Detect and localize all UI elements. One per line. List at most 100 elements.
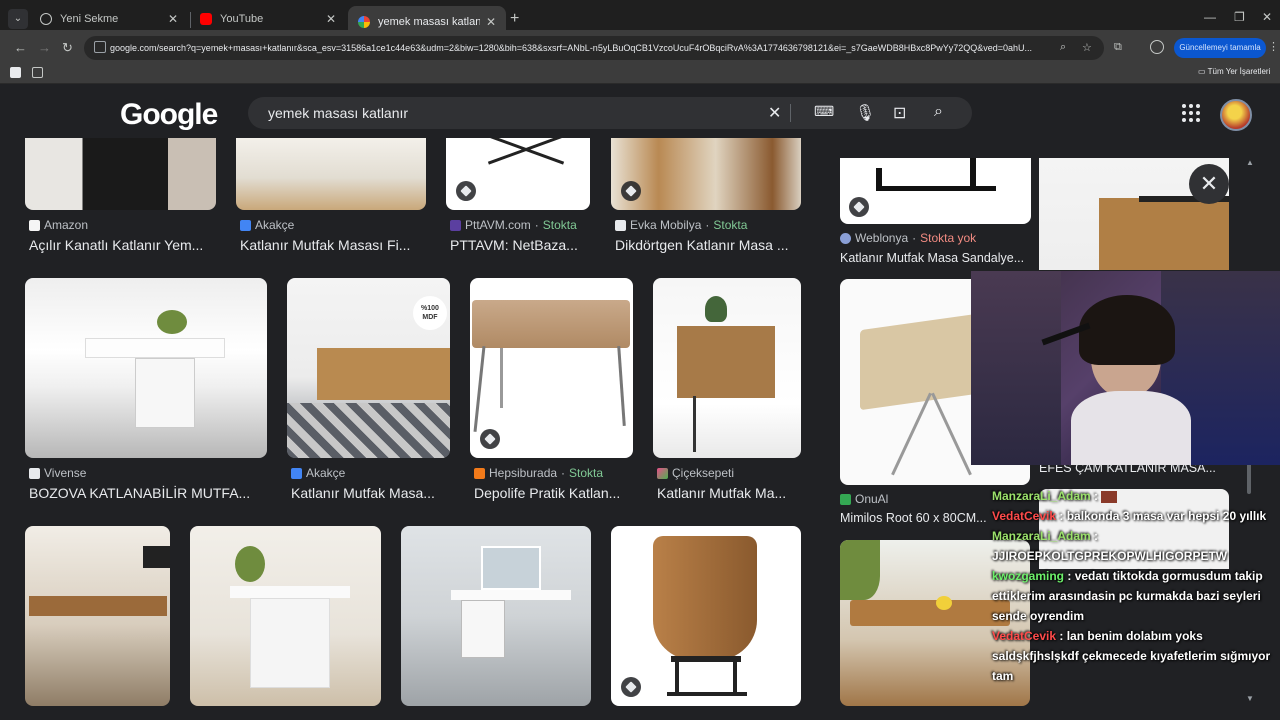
searchbox-divider bbox=[790, 104, 791, 122]
stock-status: Stokta yok bbox=[920, 231, 977, 245]
product-tag-icon bbox=[456, 181, 476, 201]
scroll-down-icon[interactable]: ▼ bbox=[1246, 694, 1254, 703]
search-icon[interactable]: ⌕ bbox=[934, 103, 943, 121]
all-bookmarks-link[interactable]: ▭ Tüm Yer İşaretleri bbox=[1198, 67, 1270, 76]
product-tag-icon bbox=[621, 677, 641, 697]
bookmark-star-icon[interactable]: ☆ bbox=[1082, 41, 1092, 54]
result-source[interactable]: Çiçeksepeti bbox=[657, 466, 734, 480]
clear-search-icon[interactable]: ✕ bbox=[768, 103, 781, 123]
browser-menu-icon[interactable]: ⋮ bbox=[1268, 40, 1279, 53]
stock-status: Stokta bbox=[713, 218, 748, 232]
separator-dot: · bbox=[561, 466, 566, 480]
chat-text: JJIROEPKOLTGPREKOPWLHIGORPETW bbox=[992, 549, 1228, 563]
amazon-icon bbox=[29, 219, 40, 231]
result-source[interactable]: Akakçe bbox=[240, 218, 294, 232]
chat-message: kwozgaming : vedatı tiktokda gormusdum t… bbox=[992, 569, 1263, 623]
search-input[interactable]: yemek masası katlanır bbox=[268, 105, 408, 121]
separator-dot: · bbox=[912, 231, 917, 245]
tab-search-button[interactable]: ⌄ bbox=[8, 9, 28, 29]
avatar[interactable] bbox=[1220, 99, 1252, 131]
source-name: Amazon bbox=[44, 218, 89, 232]
keyboard-icon[interactable]: ⌨ bbox=[814, 103, 834, 120]
check-icon bbox=[291, 467, 302, 479]
close-tab-icon[interactable]: ✕ bbox=[326, 12, 336, 26]
back-icon[interactable]: ← bbox=[14, 40, 27, 55]
result-image[interactable] bbox=[611, 138, 801, 210]
hepsiburada-icon bbox=[474, 467, 485, 479]
result-title[interactable]: Dikdörtgen Katlanır Masa ... bbox=[615, 237, 801, 253]
update-button[interactable]: Güncellemeyi tamamla bbox=[1174, 38, 1266, 58]
maximize-icon[interactable]: ❐ bbox=[1234, 10, 1245, 24]
result-title[interactable]: Katlanır Mutfak Masa Sandalye... bbox=[840, 251, 1030, 265]
chat-message: VedatCevik : balkonda 3 masa var hepsi 2… bbox=[992, 509, 1267, 523]
tab-youtube[interactable]: YouTube ✕ bbox=[190, 6, 346, 32]
zoom-icon[interactable]: ⌕ bbox=[1060, 41, 1066, 54]
chat-username: VedatCevik bbox=[992, 509, 1057, 523]
result-title[interactable]: Katlanır Mutfak Masa... bbox=[291, 485, 451, 501]
site-info-icon[interactable] bbox=[94, 41, 106, 53]
bookmarks-bar bbox=[0, 62, 1280, 84]
scroll-up-icon[interactable]: ▲ bbox=[1246, 158, 1254, 167]
address-bar[interactable]: google.com/search?q=yemek+masası+katlanı… bbox=[84, 36, 1104, 60]
stock-status: Stokta bbox=[542, 218, 577, 232]
result-image[interactable]: %100 MDF bbox=[287, 278, 450, 458]
tab-new-tab[interactable]: Yeni Sekme ✕ bbox=[30, 6, 188, 32]
close-preview-button[interactable]: ✕ bbox=[1189, 164, 1229, 204]
apps-grid-icon[interactable] bbox=[32, 67, 43, 78]
product-tag-icon bbox=[480, 429, 500, 449]
vivense-icon bbox=[29, 467, 40, 479]
source-name: Evka Mobilya bbox=[630, 218, 702, 232]
source-name: Akakçe bbox=[255, 218, 295, 232]
result-title[interactable]: Mimilos Root 60 x 80CM... bbox=[840, 511, 1000, 525]
source-name: PttAVM.com bbox=[465, 218, 531, 232]
new-tab-icon[interactable]: + bbox=[510, 10, 519, 28]
result-source[interactable]: Amazon bbox=[29, 218, 88, 232]
microphone-icon[interactable]: 🎙 bbox=[855, 103, 875, 123]
chat-username: VedatCevik bbox=[992, 629, 1057, 643]
result-image[interactable] bbox=[25, 138, 216, 210]
lens-icon[interactable]: ⊡ bbox=[893, 103, 906, 123]
stock-status: Stokta bbox=[569, 466, 604, 480]
result-image[interactable] bbox=[190, 526, 381, 706]
tab-title: Yeni Sekme bbox=[60, 13, 119, 25]
result-image[interactable] bbox=[25, 526, 170, 706]
forward-icon[interactable]: → bbox=[38, 40, 51, 55]
close-tab-icon[interactable]: ✕ bbox=[168, 12, 178, 26]
result-image[interactable] bbox=[25, 278, 267, 458]
bookmark-app-icon[interactable] bbox=[10, 67, 21, 78]
result-image[interactable] bbox=[653, 278, 801, 458]
source-name: OnuAl bbox=[855, 492, 889, 506]
result-source[interactable]: Akakçe bbox=[291, 466, 345, 480]
side-result-image[interactable] bbox=[840, 158, 1031, 224]
pttavm-icon bbox=[450, 219, 461, 231]
source-name: Vivense bbox=[44, 466, 87, 480]
chat-message: ManzaraLi_Adam : JJIROEPKOLTGPREKOPWLHIGO… bbox=[992, 529, 1228, 563]
result-title[interactable]: Açılır Kanatlı Katlanır Yem... bbox=[29, 237, 215, 253]
result-title[interactable]: Depolife Pratik Katlan... bbox=[474, 485, 632, 501]
google-apps-icon[interactable] bbox=[1182, 104, 1200, 122]
result-image[interactable] bbox=[236, 138, 426, 210]
result-title[interactable]: Katlanır Mutfak Ma... bbox=[657, 485, 799, 501]
result-title[interactable]: Katlanır Mutfak Masası Fi... bbox=[240, 237, 426, 253]
close-window-icon[interactable]: ✕ bbox=[1262, 10, 1272, 24]
result-source[interactable]: Vivense bbox=[29, 466, 86, 480]
result-image[interactable] bbox=[611, 526, 801, 706]
ciceksepeti-icon bbox=[657, 467, 668, 479]
result-source[interactable]: OnuAl bbox=[840, 492, 888, 506]
webcam-overlay bbox=[971, 271, 1280, 465]
result-title[interactable]: PTTAVM: NetBaza... bbox=[450, 237, 590, 253]
minimize-icon[interactable]: — bbox=[1204, 10, 1216, 24]
extensions-icon[interactable]: ⧉ bbox=[1114, 41, 1122, 54]
close-tab-icon[interactable]: ✕ bbox=[486, 15, 496, 29]
result-source[interactable]: Weblonya · Stokta yok bbox=[840, 231, 976, 245]
result-source[interactable]: Evka Mobilya · Stokta bbox=[615, 218, 747, 232]
reload-icon[interactable]: ↻ bbox=[62, 40, 73, 56]
source-name: Weblonya bbox=[855, 231, 909, 245]
result-image[interactable] bbox=[401, 526, 591, 706]
weblonya-icon bbox=[840, 232, 851, 244]
result-title[interactable]: BOZOVA KATLANABİLİR MUTFA... bbox=[29, 485, 265, 501]
profile-icon[interactable] bbox=[1150, 40, 1164, 54]
result-source[interactable]: PttAVM.com · Stokta bbox=[450, 218, 577, 232]
google-logo[interactable]: Google bbox=[120, 98, 218, 132]
result-source[interactable]: Hepsiburada · Stokta bbox=[474, 466, 603, 480]
